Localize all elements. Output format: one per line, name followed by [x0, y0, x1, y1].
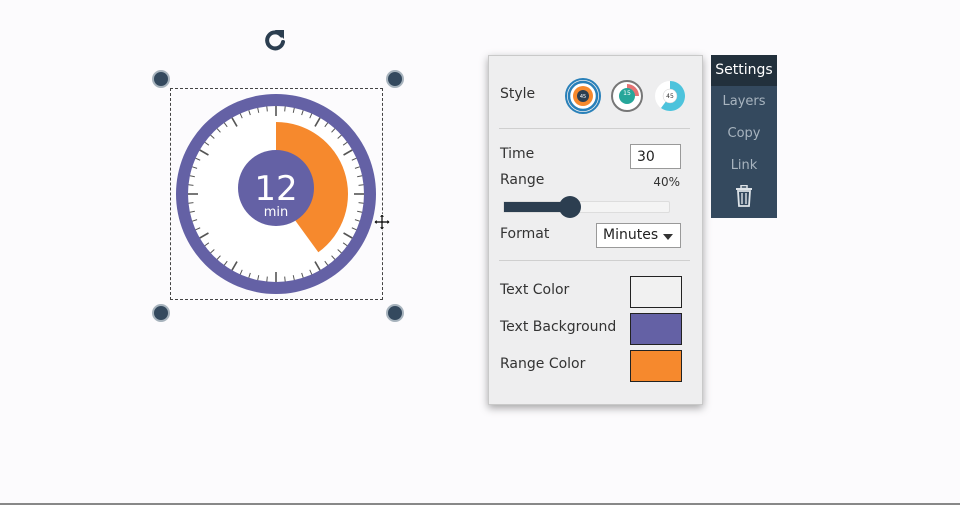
- resize-handle-bottom-left[interactable]: [152, 304, 170, 322]
- timer-tick: [358, 202, 364, 204]
- text-background-label: Text Background: [500, 319, 617, 335]
- tab-settings[interactable]: Settings: [711, 55, 777, 86]
- text-background-swatch[interactable]: [630, 313, 682, 345]
- divider: [499, 128, 690, 129]
- range-color-label: Range Color: [500, 356, 586, 372]
- text-color-label: Text Color: [500, 282, 570, 298]
- timer-tick: [266, 106, 268, 112]
- timer-tick: [188, 202, 194, 204]
- settings-panel: Style 45 15 45 Time Range 40% Forma: [488, 55, 703, 405]
- timer-tick: [358, 184, 364, 186]
- chevron-down-icon: [663, 234, 673, 240]
- side-tabs: Settings Layers Copy Link: [711, 55, 777, 218]
- timer-value: 12: [254, 169, 297, 209]
- resize-handle-top-left[interactable]: [152, 70, 170, 88]
- style-label: Style: [500, 86, 536, 102]
- gauge-style-icon: 15: [611, 80, 643, 112]
- style-option-ring[interactable]: 45: [565, 78, 601, 114]
- tab-layers[interactable]: Layers: [711, 94, 777, 109]
- range-color-swatch[interactable]: [630, 350, 682, 382]
- style-option-pie-label: 45: [666, 93, 674, 100]
- timer-unit: min: [264, 205, 289, 220]
- timer-widget[interactable]: 12 min: [170, 88, 383, 300]
- text-color-swatch[interactable]: [630, 276, 682, 308]
- timer-tick: [266, 276, 268, 282]
- timer-tick: [188, 184, 194, 186]
- format-select[interactable]: Minutes: [596, 223, 681, 248]
- format-label: Format: [500, 226, 550, 242]
- format-select-value: Minutes: [603, 227, 659, 243]
- range-value: 40%: [653, 175, 680, 189]
- move-cursor: [373, 213, 391, 231]
- rotate-handle[interactable]: [262, 26, 290, 54]
- tab-link[interactable]: Link: [711, 158, 777, 173]
- style-option-pie[interactable]: 45: [653, 79, 689, 115]
- pie-style-icon: 45: [655, 81, 685, 111]
- trash-icon: [736, 184, 752, 207]
- style-option-gauge[interactable]: 15: [610, 79, 646, 115]
- tab-copy[interactable]: Copy: [711, 126, 777, 141]
- time-input[interactable]: [630, 144, 681, 169]
- timer-tick: [284, 276, 286, 282]
- range-slider-thumb[interactable]: [559, 196, 581, 218]
- ring-style-icon: 45: [567, 80, 599, 112]
- resize-handle-top-right[interactable]: [386, 70, 404, 88]
- range-slider[interactable]: [503, 196, 670, 218]
- timer-tick: [284, 106, 286, 112]
- time-label: Time: [500, 146, 535, 162]
- move-cursor-icon: [373, 213, 391, 231]
- divider: [499, 260, 690, 261]
- delete-button[interactable]: [711, 184, 777, 209]
- style-option-gauge-label: 15: [623, 90, 631, 97]
- timer-dial: 12 min: [176, 94, 376, 294]
- range-label: Range: [500, 172, 545, 188]
- style-option-ring-label: 45: [580, 94, 586, 100]
- rotate-icon: [265, 30, 285, 51]
- resize-handle-bottom-right[interactable]: [386, 304, 404, 322]
